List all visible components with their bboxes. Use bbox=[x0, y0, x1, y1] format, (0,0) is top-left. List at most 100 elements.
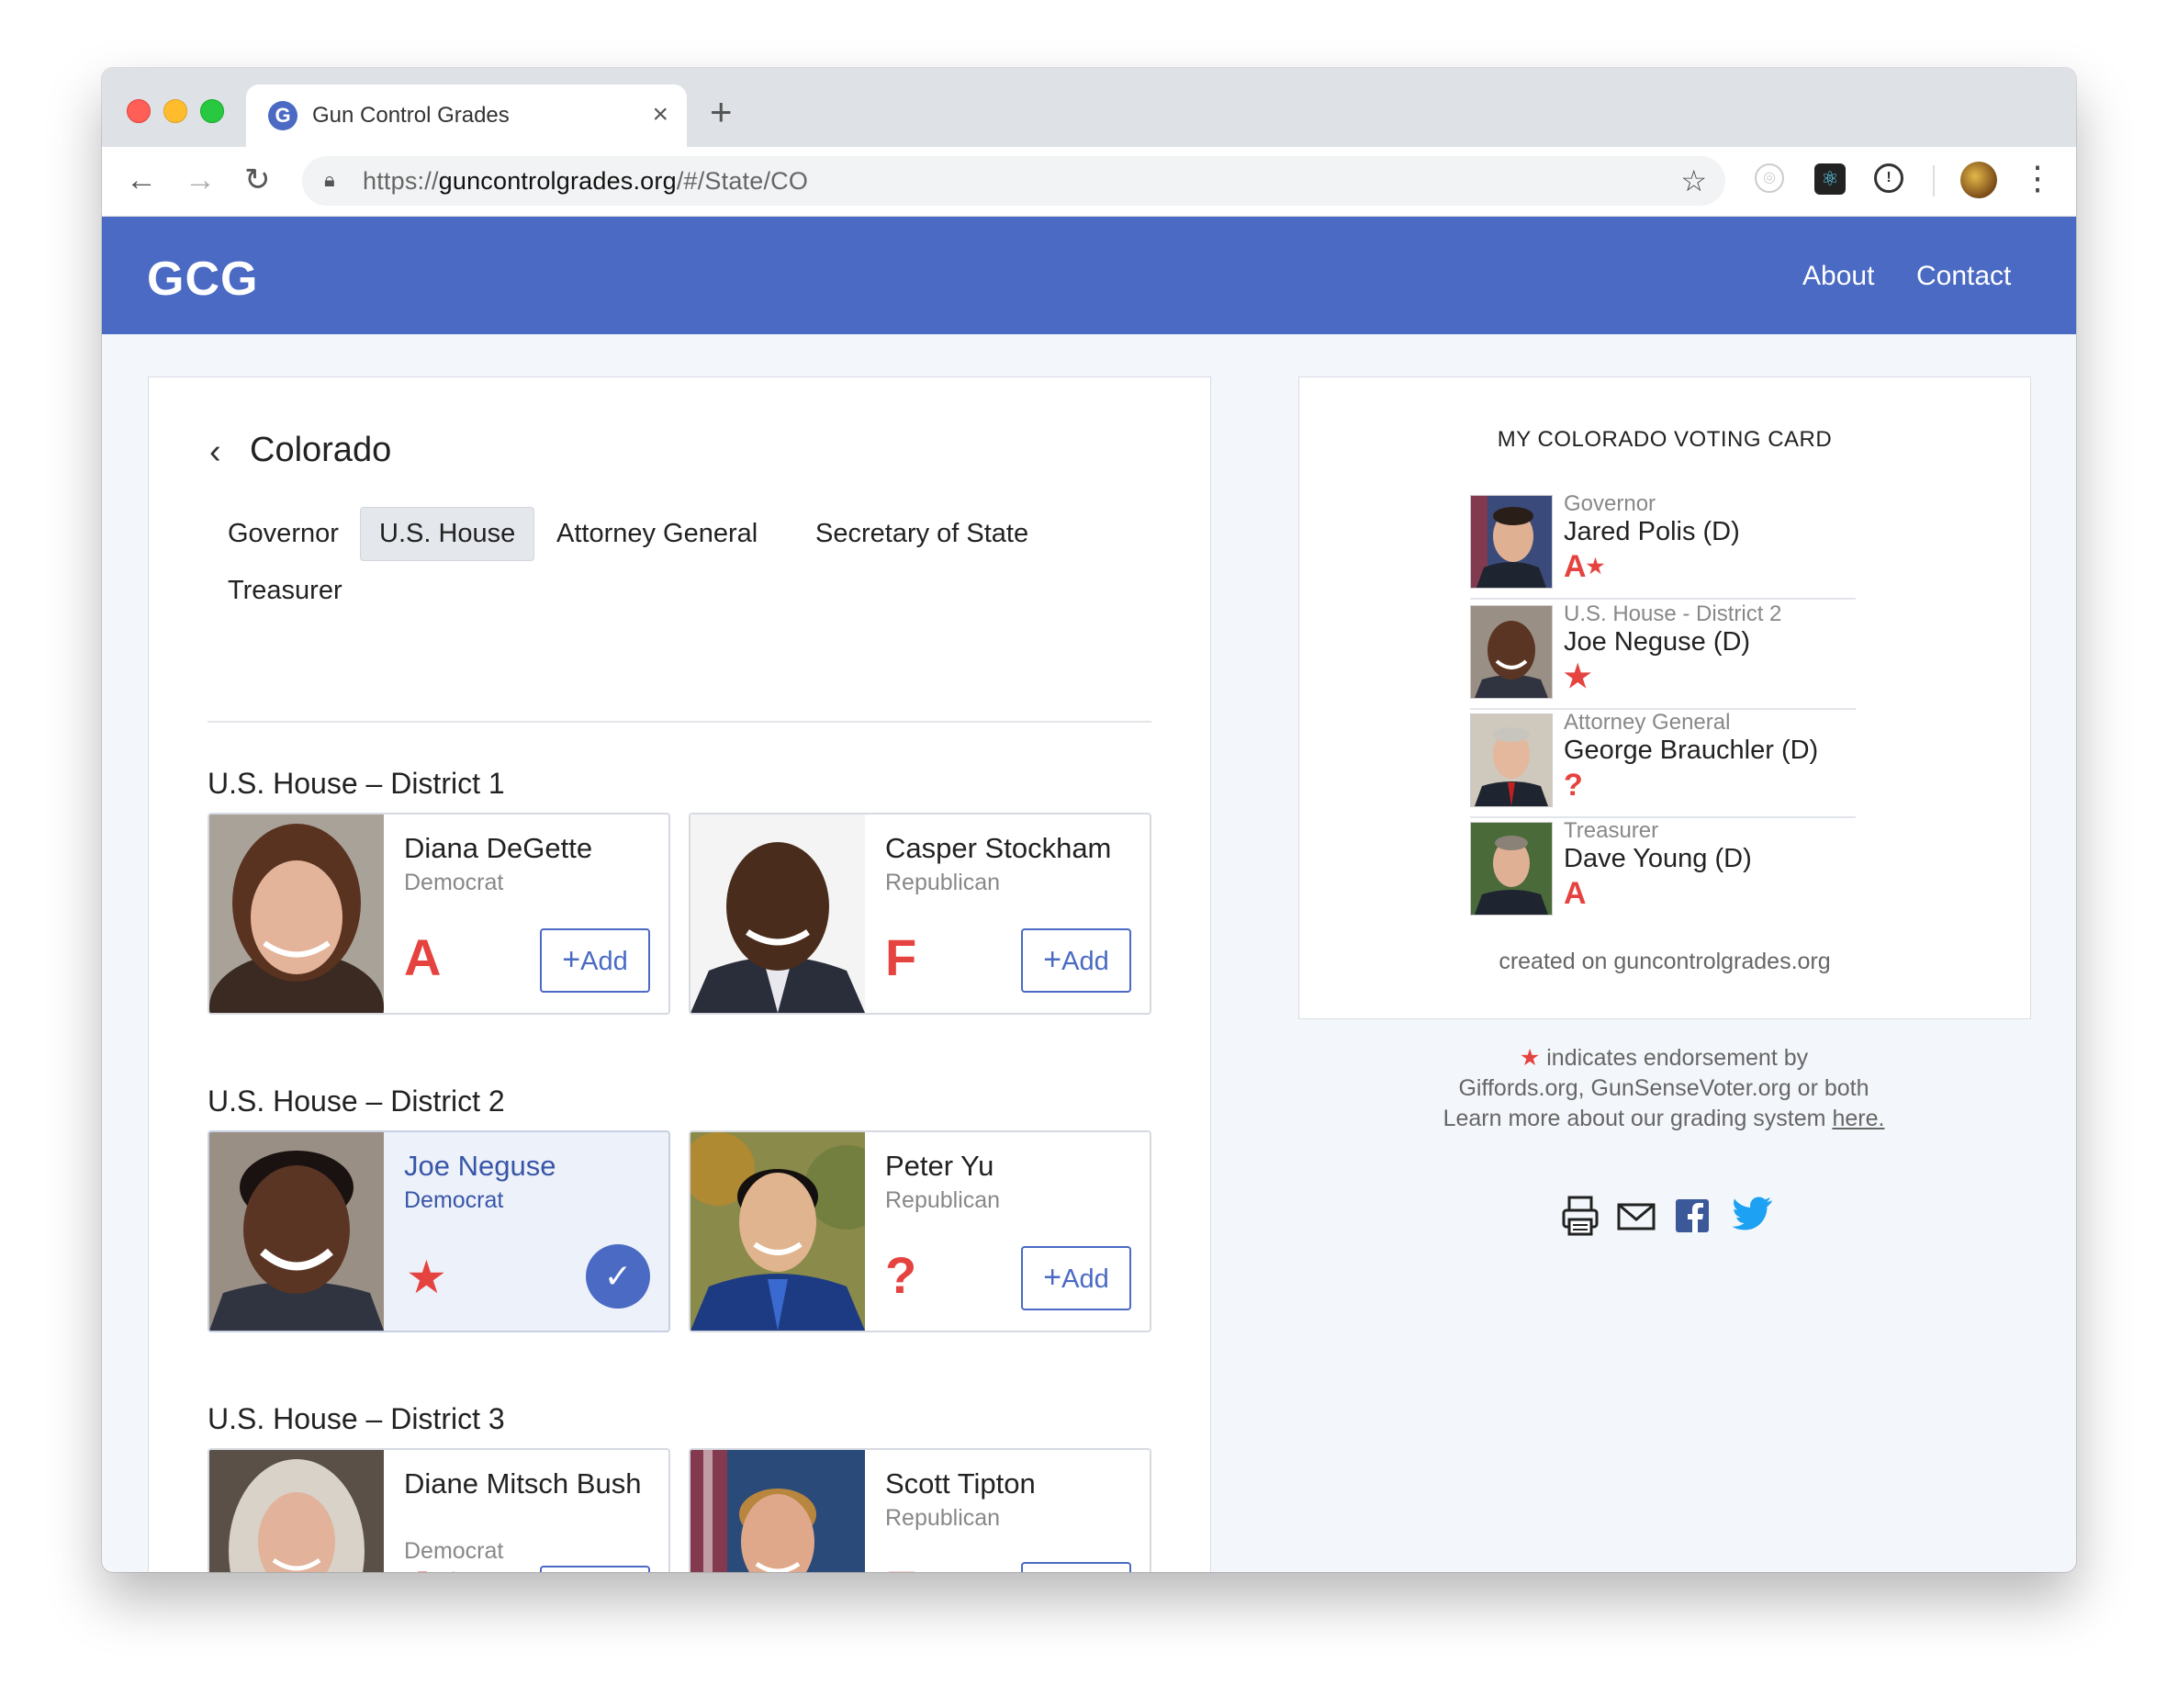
maximize-window-button[interactable] bbox=[200, 99, 224, 123]
voting-card-row: Attorney General George Brauchler (D) ? bbox=[1470, 710, 1856, 818]
add-button[interactable]: +Add bbox=[1021, 1246, 1131, 1310]
minimize-window-button[interactable] bbox=[163, 99, 187, 123]
close-window-button[interactable] bbox=[127, 99, 151, 123]
tab-strip: G Gun Control Grades × + bbox=[102, 68, 2076, 147]
tab-title: Gun Control Grades bbox=[312, 103, 510, 128]
endorsement-star-icon: ★ bbox=[441, 1568, 466, 1572]
legend-text: indicates endorsement by bbox=[1546, 1045, 1809, 1071]
candidate-photo bbox=[209, 815, 384, 1013]
endorsement-star-icon: ★ bbox=[1564, 659, 1592, 694]
forward-arrow-icon[interactable]: → bbox=[185, 162, 216, 198]
grading-system-link[interactable]: here. bbox=[1832, 1106, 1884, 1131]
bookmark-star-icon[interactable]: ☆ bbox=[1680, 163, 1707, 198]
state-title: Colorado bbox=[250, 431, 392, 469]
password-manager-icon[interactable]: ! bbox=[1874, 163, 1903, 193]
candidate-party: Republican bbox=[885, 870, 1001, 895]
site-favicon-icon: G bbox=[268, 101, 298, 130]
browser-menu-icon[interactable]: ⋮ bbox=[2021, 158, 2054, 198]
add-button[interactable]: +Add bbox=[1021, 928, 1131, 993]
candidate-photo bbox=[690, 1132, 865, 1331]
grade-badge: A bbox=[404, 928, 442, 986]
voting-card-office: Treasurer bbox=[1564, 818, 1659, 843]
candidate-thumbnail bbox=[1470, 495, 1553, 589]
candidate-name: Diana DeGette bbox=[404, 832, 593, 864]
extension-target-icon[interactable]: ◎ bbox=[1755, 163, 1784, 193]
district-heading: U.S. House – District 2 bbox=[208, 1084, 505, 1118]
voting-card-row: Governor Jared Polis (D) A★ bbox=[1470, 491, 1856, 600]
twitter-icon[interactable] bbox=[1731, 1196, 1773, 1240]
grade-badge: F bbox=[885, 928, 917, 986]
candidate-card-diana-degette[interactable]: Diana DeGette Democrat A +Add bbox=[208, 813, 670, 1015]
candidate-name: Diane Mitsch Bush bbox=[404, 1467, 642, 1500]
tab-governor[interactable]: Governor bbox=[209, 508, 357, 560]
endorsement-star-icon: ★ bbox=[406, 1252, 447, 1303]
district-heading: U.S. House – District 1 bbox=[208, 767, 505, 800]
candidate-card-peter-yu[interactable]: Peter Yu Republican ? +Add bbox=[689, 1130, 1151, 1332]
district-heading: U.S. House – District 3 bbox=[208, 1402, 505, 1435]
endorsement-star-icon: ★ bbox=[1586, 555, 1605, 578]
reload-icon[interactable]: ↻ bbox=[244, 162, 271, 198]
tab-us-house[interactable]: U.S. House bbox=[360, 507, 535, 561]
print-icon[interactable] bbox=[1562, 1196, 1599, 1240]
candidate-name: Peter Yu bbox=[885, 1150, 994, 1182]
nav-about-link[interactable]: About bbox=[1802, 261, 1874, 292]
grade-badge: A bbox=[1564, 876, 1587, 911]
candidate-party: Republican bbox=[885, 1505, 1001, 1531]
voting-card-office: U.S. House - District 2 bbox=[1564, 601, 1782, 626]
address-bar[interactable]: 🔒︎ https://guncontrolgrades.org/#/State/… bbox=[302, 156, 1725, 206]
candidate-name: Joe Neguse bbox=[404, 1150, 556, 1182]
tab-treasurer[interactable]: Treasurer bbox=[209, 565, 361, 617]
grade-badge: F bbox=[885, 1562, 916, 1573]
tabs-divider bbox=[208, 721, 1151, 723]
candidate-card-diane-mitsch-bush[interactable]: Diane Mitsch Bush Democrat A★ +Add bbox=[208, 1448, 670, 1572]
profile-avatar[interactable] bbox=[1960, 162, 1997, 198]
back-chevron-icon[interactable]: ‹ bbox=[209, 433, 221, 472]
candidate-party: Republican bbox=[885, 1187, 1001, 1213]
candidate-thumbnail bbox=[1470, 714, 1553, 807]
candidate-party: Democrat bbox=[404, 1187, 504, 1213]
back-arrow-icon[interactable]: ← bbox=[126, 162, 157, 198]
browser-toolbar: ← → ↻ 🔒︎ https://guncontrolgrades.org/#/… bbox=[102, 147, 2076, 217]
candidate-party: Democrat bbox=[404, 870, 504, 895]
react-devtools-icon[interactable]: ⚛ bbox=[1814, 163, 1846, 195]
tab-secretary-of-state[interactable]: Secretary of State bbox=[797, 508, 1047, 560]
grade-badge: ? bbox=[885, 1246, 917, 1304]
candidate-card-scott-tipton[interactable]: Scott Tipton Republican F +Add bbox=[689, 1448, 1151, 1572]
legend-text: Giffords.org, GunSenseVoter.org or both bbox=[1458, 1075, 1869, 1101]
voting-card-name: Dave Young (D) bbox=[1564, 844, 1752, 873]
add-button[interactable]: +Add bbox=[540, 1566, 650, 1572]
voting-card-office: Attorney General bbox=[1564, 710, 1731, 735]
legend-text: Learn more about our grading system bbox=[1443, 1106, 1826, 1131]
voting-card-office: Governor bbox=[1564, 491, 1656, 516]
candidate-card-joe-neguse[interactable]: Joe Neguse Democrat ★ ✓ bbox=[208, 1130, 670, 1332]
nav-contact-link[interactable]: Contact bbox=[1916, 261, 2011, 292]
endorsement-star-icon: ★ bbox=[1519, 1045, 1541, 1071]
voting-card: MY COLORADO VOTING CARD Governor Jared P… bbox=[1298, 376, 2031, 1019]
candidate-photo bbox=[209, 1132, 384, 1331]
selected-check-icon[interactable]: ✓ bbox=[586, 1244, 650, 1309]
candidate-photo bbox=[209, 1450, 384, 1572]
facebook-icon[interactable] bbox=[1674, 1196, 1711, 1240]
close-tab-icon[interactable]: × bbox=[652, 99, 668, 130]
voting-card-name: Joe Neguse (D) bbox=[1564, 627, 1751, 657]
endorsement-legend: ★ indicates endorsement by Giffords.org,… bbox=[1298, 1043, 2029, 1134]
toolbar-divider bbox=[1933, 165, 1935, 197]
candidate-thumbnail bbox=[1470, 605, 1553, 699]
new-tab-icon[interactable]: + bbox=[710, 93, 733, 131]
add-button[interactable]: +Add bbox=[1021, 1562, 1131, 1572]
voting-card-name: Jared Polis (D) bbox=[1564, 517, 1740, 546]
voting-card-name: George Brauchler (D) bbox=[1564, 736, 1819, 765]
candidate-thumbnail bbox=[1470, 822, 1553, 916]
tab-attorney-general[interactable]: Attorney General bbox=[538, 508, 776, 560]
grade-badge: A★ bbox=[1564, 549, 1605, 584]
state-panel: ‹ Colorado Governor U.S. House Attorney … bbox=[148, 376, 1211, 1572]
grade-badge: A★ bbox=[404, 1562, 466, 1573]
candidate-name: Casper Stockham bbox=[885, 832, 1112, 864]
voting-card-row: U.S. House - District 2 Joe Neguse (D) ★ bbox=[1470, 601, 1856, 710]
browser-tab[interactable]: G Gun Control Grades × bbox=[246, 84, 687, 147]
voting-card-title: MY COLORADO VOTING CARD bbox=[1497, 427, 1833, 452]
add-button[interactable]: +Add bbox=[540, 928, 650, 993]
candidate-card-casper-stockham[interactable]: Casper Stockham Republican F +Add bbox=[689, 813, 1151, 1015]
email-icon[interactable] bbox=[1617, 1196, 1656, 1240]
site-logo[interactable]: GCG bbox=[147, 252, 258, 307]
